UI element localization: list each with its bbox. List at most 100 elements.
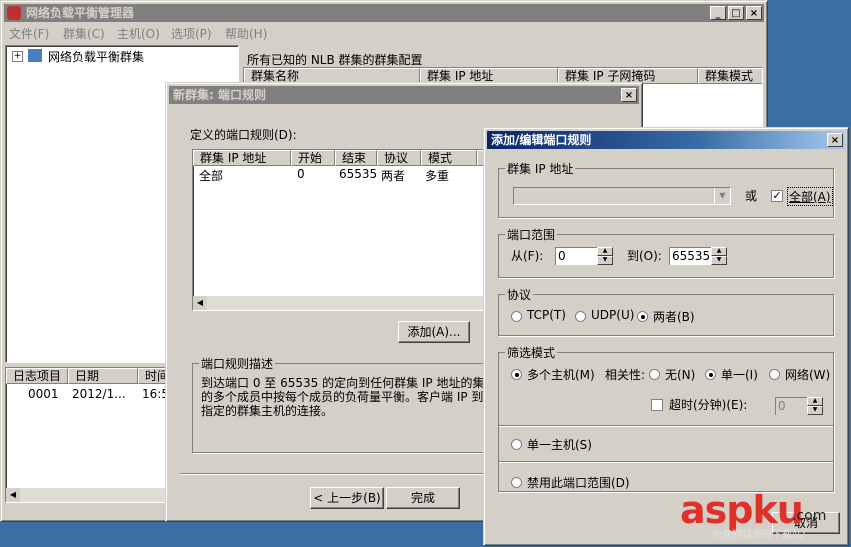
filter-divider (499, 461, 833, 463)
col-log-item[interactable]: 日志项目 (6, 368, 68, 384)
maximize-icon[interactable]: □ (728, 6, 744, 20)
port-range-group-label: 端口范围 (505, 226, 558, 243)
spin-down-icon[interactable]: ▼ (807, 406, 823, 415)
close-icon[interactable]: × (621, 88, 637, 102)
multi-host-label[interactable]: 多个主机(M) (527, 366, 595, 383)
affinity-none-radio[interactable] (649, 369, 660, 380)
edit-dialog-title: 添加/编辑端口规则 (491, 133, 592, 147)
filter-mode-group-label: 筛选模式 (505, 344, 558, 361)
spin-down-icon[interactable]: ▼ (711, 256, 727, 265)
single-host-label[interactable]: 单一主机(S) (527, 436, 592, 453)
port-range-group: 端口范围 从(F): 0 ▲ ▼ 到(O): 65535 ▲ ▼ (498, 226, 834, 278)
main-titlebar[interactable]: 网络负载平衡管理器 _ □ × (4, 4, 764, 22)
col-rule-protocol[interactable]: 协议 (377, 150, 421, 166)
nlb-app-icon (7, 6, 21, 20)
to-port-spinner[interactable]: 65535 ▲ ▼ (669, 247, 727, 265)
affinity-single-label[interactable]: 单一(I) (721, 366, 758, 383)
rule-cell: 65535 (339, 167, 378, 181)
affinity-label: 相关性: (605, 368, 646, 382)
rule-cell: 多重 (425, 169, 450, 183)
timeout-label[interactable]: 超时(分钟)(E): (669, 396, 747, 413)
from-port-spinner[interactable]: 0 ▲ ▼ (555, 247, 613, 265)
port-rules-title: 新群集: 端口规则 (173, 88, 266, 102)
protocol-group-label: 协议 (505, 286, 534, 303)
spin-up-icon[interactable]: ▲ (597, 247, 613, 256)
rule-description-title: 端口规则描述 (199, 355, 276, 372)
multi-host-radio[interactable] (511, 369, 522, 380)
menu-help[interactable]: 帮助(H) (225, 25, 267, 42)
back-button[interactable]: < 上一步(B) (310, 487, 384, 509)
col-cluster-mode[interactable]: 群集模式 (698, 68, 762, 84)
close-icon[interactable]: × (827, 133, 843, 147)
col-rule-mode[interactable]: 模式 (421, 150, 477, 166)
to-label: 到(O): (627, 249, 662, 263)
tcp-label[interactable]: TCP(T) (527, 308, 566, 322)
aspku-watermark: aspku .com 免费网站源码下载站! (676, 490, 848, 546)
menu-cluster[interactable]: 群集(C) (63, 25, 105, 42)
watermark-tagline: 免费网站源码下载站! (712, 530, 807, 541)
single-host-radio[interactable] (511, 439, 522, 450)
or-label: 或 (745, 189, 758, 203)
watermark-domain: .com (792, 508, 827, 524)
disable-range-radio[interactable] (511, 477, 522, 488)
tcp-radio[interactable] (511, 311, 522, 322)
from-port-value[interactable]: 0 (555, 247, 597, 265)
scroll-left-icon[interactable]: ◀ (6, 488, 20, 502)
finish-button[interactable]: 完成 (386, 487, 460, 509)
cluster-tree-icon (28, 49, 42, 62)
edit-port-rule-dialog: 添加/编辑端口规则 × 群集 IP 地址 ▼ 或 ✓ 全部(A) 端口范围 从(… (483, 127, 849, 546)
menu-file[interactable]: 文件(F) (9, 25, 49, 42)
port-rules-titlebar[interactable]: 新群集: 端口规则 × (169, 86, 639, 104)
col-log-date[interactable]: 日期 (68, 368, 138, 384)
main-window-title: 网络负载平衡管理器 (26, 6, 135, 20)
rule-cell: 全部 (199, 169, 224, 183)
timeout-value[interactable]: 0 (775, 397, 807, 415)
menu-options[interactable]: 选项(P) (171, 25, 212, 42)
defined-rules-label: 定义的端口规则(D): (190, 128, 297, 142)
all-checkbox[interactable]: ✓ (771, 190, 783, 202)
both-radio[interactable] (637, 311, 648, 322)
timeout-spinner[interactable]: 0 ▲ ▼ (775, 397, 823, 415)
spin-up-icon[interactable]: ▲ (711, 247, 727, 256)
rule-description-group: 端口规则描述 到达端口 0 至 65535 的定向到任何群集 IP 地址的集的多… (192, 355, 492, 453)
affinity-single-radio[interactable] (705, 369, 716, 380)
col-rule-ip[interactable]: 群集 IP 地址 (193, 150, 291, 166)
spin-up-icon[interactable]: ▲ (807, 397, 823, 406)
udp-label[interactable]: UDP(U) (591, 308, 634, 322)
add-rule-button[interactable]: 添加(A)... (398, 321, 470, 343)
scroll-left-icon[interactable]: ◀ (193, 296, 207, 310)
cluster-ip-group: 群集 IP 地址 ▼ 或 ✓ 全部(A) (498, 160, 834, 218)
to-port-value[interactable]: 65535 (669, 247, 711, 265)
log-cell: 0001 (28, 387, 59, 401)
protocol-group: 协议 TCP(T) UDP(U) 两者(B) (498, 286, 834, 336)
close-icon[interactable]: × (746, 6, 762, 20)
affinity-network-radio[interactable] (769, 369, 780, 380)
cluster-ip-group-label: 群集 IP 地址 (505, 160, 576, 177)
right-caption: 所有已知的 NLB 群集的群集配置 (247, 53, 423, 67)
disable-range-label[interactable]: 禁用此端口范围(D) (527, 474, 630, 491)
menu-host[interactable]: 主机(O) (117, 25, 160, 42)
rule-description-text: 到达端口 0 至 65535 的定向到任何群集 IP 地址的集的多个成员中按每个… (201, 376, 485, 418)
rule-cell: 两者 (381, 169, 406, 183)
chevron-down-icon[interactable]: ▼ (714, 188, 730, 204)
col-rule-start[interactable]: 开始 (291, 150, 335, 166)
rule-cell: 0 (297, 167, 305, 181)
edit-dialog-titlebar[interactable]: 添加/编辑端口规则 × (487, 131, 845, 149)
watermark-brand: aspku (680, 488, 804, 532)
tree-root-label[interactable]: 网络负载平衡群集 (48, 48, 144, 65)
filter-mode-group: 筛选模式 多个主机(M) 相关性: 无(N) 单一(I) 网络(W) 超时(分钟… (498, 344, 834, 492)
col-rule-end[interactable]: 结束 (335, 150, 377, 166)
spin-down-icon[interactable]: ▼ (597, 256, 613, 265)
from-label: 从(F): (511, 249, 544, 263)
log-cell: 2012/1... (72, 387, 126, 401)
affinity-network-label[interactable]: 网络(W) (785, 366, 830, 383)
tree-expand-icon[interactable]: + (12, 51, 23, 62)
udp-radio[interactable] (575, 311, 586, 322)
filter-divider (499, 425, 833, 427)
affinity-none-label[interactable]: 无(N) (665, 366, 695, 383)
cluster-ip-combo[interactable]: ▼ (513, 187, 731, 205)
all-checkbox-label[interactable]: 全部(A) (787, 187, 833, 206)
timeout-checkbox[interactable] (651, 399, 663, 411)
minimize-icon[interactable]: _ (710, 6, 726, 20)
both-label[interactable]: 两者(B) (653, 308, 695, 325)
